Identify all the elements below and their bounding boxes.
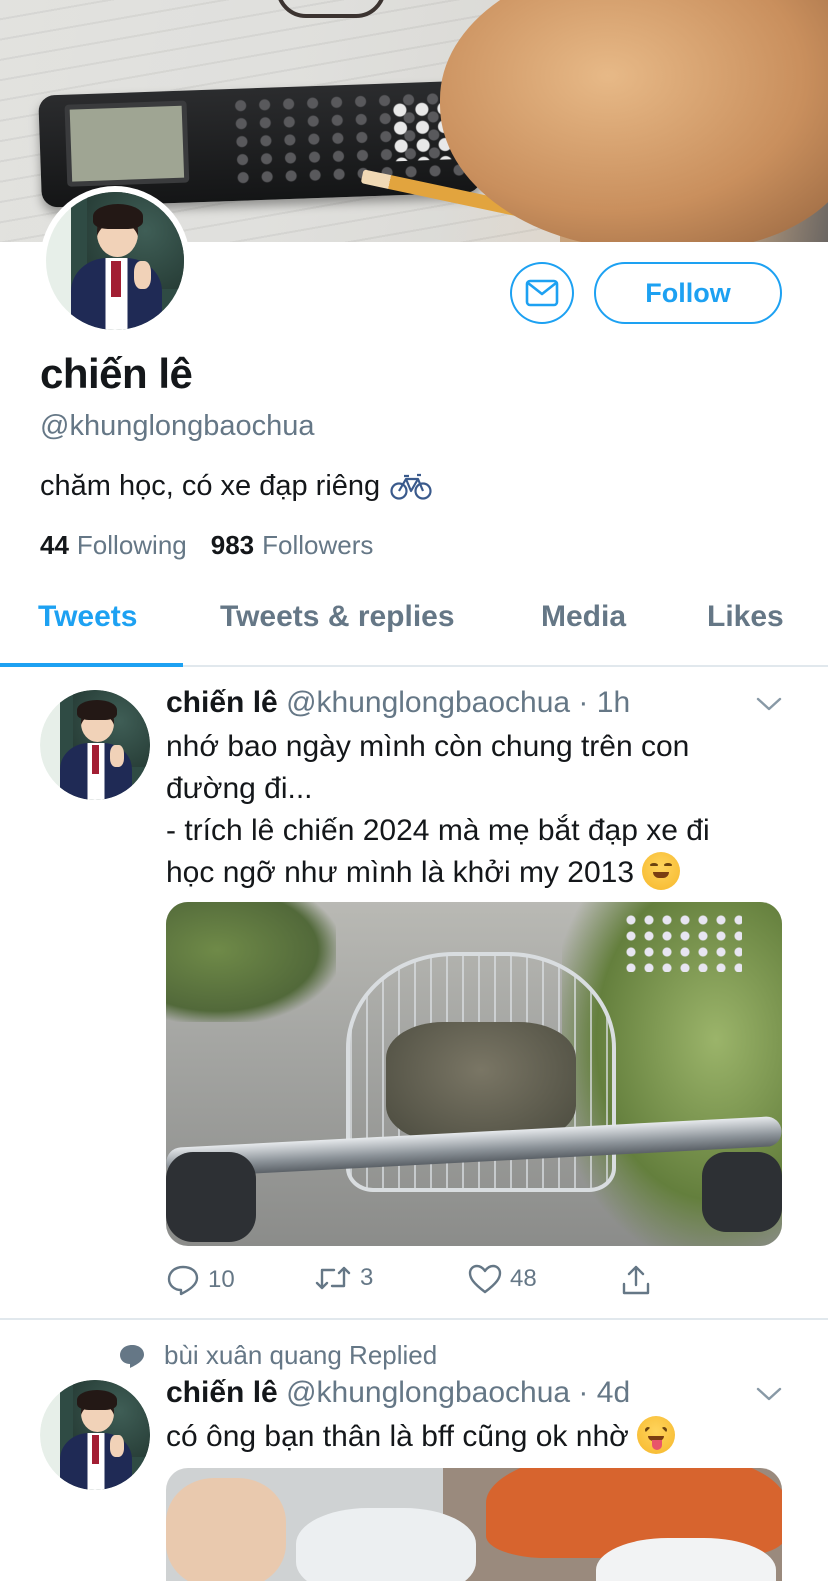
retweet-count: 3 [360, 1264, 374, 1291]
photo-grass-left [166, 902, 336, 1022]
avatar-hand [134, 261, 151, 289]
tab-tweets-and-replies[interactable]: Tweets & replies [220, 600, 455, 634]
bicycle-basket-photo [166, 902, 782, 1246]
tweet-time[interactable]: 4d [597, 1376, 630, 1409]
tweet-author-name[interactable]: chiến lê [166, 686, 278, 719]
following-count: 44 [40, 530, 69, 560]
like-count: 48 [510, 1265, 537, 1292]
photo-flowers [622, 912, 742, 972]
photo-mask-left [296, 1508, 476, 1581]
followers-label: Followers [262, 530, 374, 560]
tweet-text-content: có ông bạn thân là bff cũng ok nhờ [166, 1420, 629, 1453]
tweet-media-image[interactable] [166, 1468, 782, 1581]
profile-display-name: chiến lê [40, 350, 193, 397]
reply-context[interactable]: bùi xuân quang Replied [118, 1340, 437, 1371]
share-action[interactable] [620, 1264, 652, 1296]
bicycle-icon [390, 473, 432, 500]
avatar-hand [110, 745, 124, 767]
tweet-time[interactable]: 1h [597, 686, 630, 719]
photo-grip-right [702, 1152, 782, 1232]
tweet-header: chiến lê @khunglongbaochua · 1h [166, 686, 630, 720]
bio-text: chăm học, có xe đạp riêng [40, 470, 381, 502]
chevron-down-icon[interactable] [756, 696, 782, 712]
photo-mask-right [596, 1538, 776, 1581]
avatar-tie [91, 1435, 100, 1464]
photo-hand [166, 1478, 286, 1581]
share-icon [622, 1265, 650, 1295]
friends-selfie-photo [166, 1468, 782, 1581]
speech-bubble-icon [120, 1344, 144, 1368]
retweet-action[interactable]: 3 [314, 1264, 373, 1292]
tweet-divider [0, 1318, 828, 1320]
avatar-photo [46, 192, 184, 330]
avatar-hair [77, 1389, 117, 1410]
tweet-actions: 10 3 48 [166, 1264, 786, 1304]
heart-icon [468, 1264, 502, 1294]
profile-tabs: Tweets Tweets & replies Media Likes [0, 578, 828, 667]
avatar-hair [77, 699, 117, 720]
tab-media[interactable]: Media [541, 600, 626, 634]
profile-stats: 44 Following 983 Followers [40, 530, 373, 561]
tweet-media-image[interactable] [166, 902, 782, 1246]
photo-grip-left [166, 1152, 256, 1242]
tweet-avatar[interactable] [40, 690, 150, 800]
tweet-separator: · [570, 686, 597, 719]
tweet-text-line-content: học ngỡ như mình là khởi my 2013 [166, 856, 635, 889]
tweet-author-handle[interactable]: @khunglongbaochua [286, 686, 570, 719]
tweet-text-line: học ngỡ như mình là khởi my 2013 [166, 852, 786, 894]
message-button[interactable] [510, 262, 574, 324]
tweet-author-handle[interactable]: @khunglongbaochua [286, 1376, 570, 1409]
banner-calculator-screen [64, 100, 190, 187]
active-tab-indicator [0, 663, 183, 667]
reply-icon [167, 1265, 199, 1296]
avatar-tie [110, 261, 121, 297]
like-action[interactable]: 48 [468, 1264, 537, 1294]
avatar-photo [40, 1380, 150, 1490]
reply-context-text: bùi xuân quang Replied [164, 1340, 438, 1370]
photo-bag [386, 1022, 576, 1142]
chevron-down-icon[interactable] [756, 1386, 782, 1402]
avatar-photo [40, 690, 150, 800]
tweet-text-line: đường đi... [166, 772, 313, 805]
tab-tweets[interactable]: Tweets [38, 600, 137, 634]
tweet-header: chiến lê @khunglongbaochua · 4d [166, 1376, 630, 1410]
avatar-hand [110, 1435, 124, 1457]
squinting-tongue-emoji [637, 1416, 676, 1454]
profile-bio: chăm học, có xe đạp riêng [40, 470, 432, 503]
envelope-icon [525, 279, 559, 307]
banner-cat [440, 0, 828, 242]
reply-action[interactable]: 10 [166, 1264, 235, 1296]
retweet-icon [315, 1266, 351, 1290]
avatar-tie [91, 745, 100, 774]
followers-count: 983 [210, 530, 255, 560]
tweet-text-line: nhớ bao ngày mình còn chung trên con [166, 730, 690, 763]
hugging-face-emoji [642, 852, 681, 890]
tweet-avatar[interactable] [40, 1380, 150, 1490]
tweet-text-line: - trích lê chiến 2024 mà mẹ bắt đạp xe đ… [166, 814, 710, 847]
followers-stat[interactable]: 983 Followers [211, 530, 374, 561]
profile-avatar[interactable] [40, 186, 190, 336]
tweet-text: có ông bạn thân là bff cũng ok nhờ [166, 1416, 786, 1458]
tweet-separator: · [570, 1376, 597, 1409]
tweet-text: nhớ bao ngày mình còn chung trên con đườ… [166, 726, 786, 894]
tweet-author-name[interactable]: chiến lê [166, 1376, 278, 1409]
reply-count: 10 [208, 1266, 235, 1293]
profile-handle: @khunglongbaochua [40, 410, 315, 442]
follow-button[interactable]: Follow [594, 262, 782, 324]
tab-likes[interactable]: Likes [707, 600, 784, 634]
following-stat[interactable]: 44 Following [40, 530, 187, 561]
following-label: Following [76, 530, 187, 560]
avatar-hair [92, 204, 143, 230]
